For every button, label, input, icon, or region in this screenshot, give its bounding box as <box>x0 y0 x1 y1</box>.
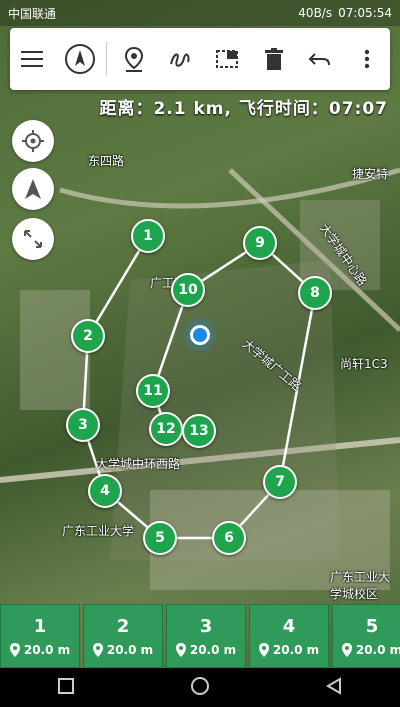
home-icon[interactable] <box>190 676 210 700</box>
freehand-path-icon[interactable] <box>160 39 200 79</box>
card-number: 4 <box>282 615 296 637</box>
location-pin-icon <box>92 642 103 657</box>
flight-info: 距离：2.1 km, 飞行时间：07:07 <box>99 99 388 119</box>
map-label: 大学城中环西路 <box>96 457 181 471</box>
location-pin-icon <box>175 642 186 657</box>
crosshair-icon <box>22 130 44 152</box>
waypoint-card-strip[interactable]: 1 20.0 m 2 20.0 m 3 20.0 m 4 20.0 m 5 20… <box>0 604 400 668</box>
location-pin-icon <box>341 642 352 657</box>
map-label: 广东工业大学 <box>62 524 135 538</box>
waypoint-marker[interactable]: 6 <box>212 521 246 555</box>
delete-icon[interactable] <box>254 39 294 79</box>
waypoint-card[interactable]: 1 20.0 m <box>0 604 80 668</box>
waypoint-card[interactable]: 2 20.0 m <box>83 604 163 668</box>
undo-icon[interactable] <box>300 39 340 79</box>
waypoint-marker[interactable]: 1 <box>131 219 165 253</box>
map-label: 捷安特 <box>352 167 389 181</box>
network-speed: 40B/s <box>298 6 333 20</box>
compass-icon[interactable] <box>60 39 100 79</box>
back-icon[interactable] <box>325 676 343 699</box>
waypoint-card[interactable]: 5 20.0 m <box>332 604 400 668</box>
waypoint-card[interactable]: 3 20.0 m <box>166 604 246 668</box>
clock: 07:05:54 <box>338 6 392 20</box>
select-area-icon[interactable] <box>207 39 247 79</box>
waypoint-card[interactable]: 4 20.0 m <box>249 604 329 668</box>
recents-icon[interactable] <box>57 677 75 699</box>
locate-button[interactable] <box>12 120 54 162</box>
card-number: 1 <box>33 615 47 637</box>
system-nav-bar <box>0 668 400 707</box>
map-label: 东四路 <box>88 154 125 168</box>
toolbar-divider <box>106 42 108 76</box>
menu-icon[interactable] <box>13 39 53 79</box>
waypoint-marker[interactable]: 4 <box>88 474 122 508</box>
location-pin-icon <box>9 642 20 657</box>
waypoint-marker[interactable]: 11 <box>136 374 170 408</box>
card-altitude: 20.0 m <box>106 642 154 657</box>
waypoint-marker[interactable]: 9 <box>243 226 277 260</box>
waypoint-marker[interactable]: 3 <box>66 408 100 442</box>
waypoint-marker[interactable]: 2 <box>71 319 105 353</box>
expand-icon <box>24 230 42 248</box>
card-number: 3 <box>199 615 213 637</box>
expand-button[interactable] <box>12 218 54 260</box>
status-bar: 中国联通 40B/s 07:05:54 <box>0 0 400 26</box>
map-label: 尚轩1C3 <box>340 357 388 371</box>
location-pin-icon <box>258 642 269 657</box>
card-altitude: 20.0 m <box>272 642 320 657</box>
waypoint-marker[interactable]: 10 <box>171 273 205 307</box>
waypoint-marker[interactable]: 12 <box>149 412 183 446</box>
current-location-marker <box>190 325 210 345</box>
navigation-arrow-icon <box>25 179 41 199</box>
card-altitude: 20.0 m <box>355 642 400 657</box>
map-label: 广东工业大学城校区 <box>330 570 391 601</box>
card-number: 5 <box>365 615 379 637</box>
heading-button[interactable] <box>12 168 54 210</box>
waypoint-marker[interactable]: 7 <box>263 465 297 499</box>
card-altitude: 20.0 m <box>23 642 71 657</box>
more-icon[interactable] <box>347 39 387 79</box>
card-number: 2 <box>116 615 130 637</box>
waypoint-marker[interactable]: 13 <box>182 414 216 448</box>
mission-toolbar <box>10 28 390 90</box>
carrier-label: 中国联通 <box>8 6 57 21</box>
waypoint-marker[interactable]: 5 <box>143 521 177 555</box>
waypoint-marker[interactable]: 8 <box>298 276 332 310</box>
card-altitude: 20.0 m <box>189 642 237 657</box>
waypoint-pin-icon[interactable] <box>114 39 154 79</box>
